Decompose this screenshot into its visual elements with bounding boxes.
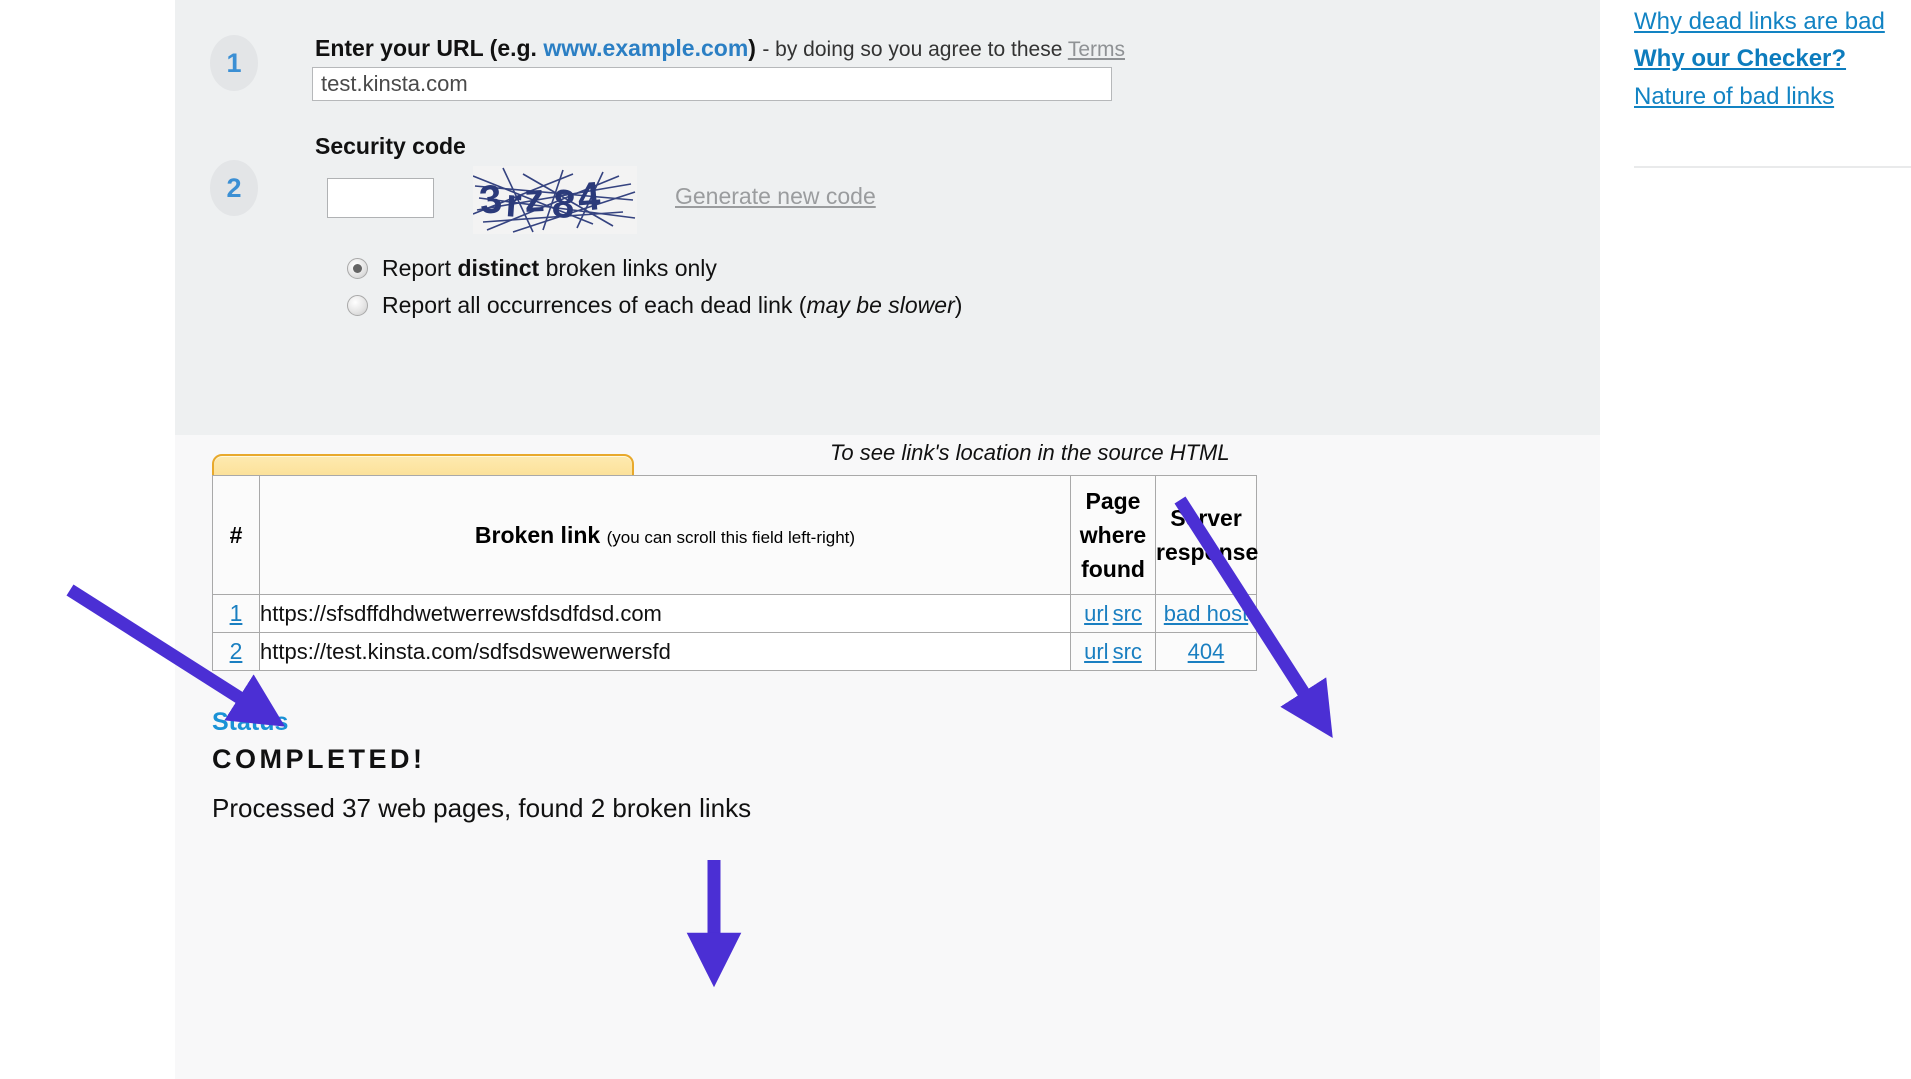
header-number: #	[212, 475, 260, 595]
url-label-close: )	[748, 35, 763, 61]
radio-distinct-label: Report distinct broken links only	[382, 255, 717, 282]
radio-report-all[interactable]: Report all occurrences of each dead link…	[347, 292, 962, 319]
security-code-label: Security code	[315, 133, 466, 160]
url-label-text: Enter your URL (e.g.	[315, 35, 544, 61]
header-page-where-found: Page where found	[1070, 475, 1156, 595]
row-number-link[interactable]: 2	[230, 638, 243, 664]
table-header-row: # Broken link (you can scroll this field…	[212, 475, 1258, 595]
checker-form-panel: 1 Enter your URL (e.g. www.example.com) …	[175, 0, 1600, 435]
row-page-links-cell: url src	[1070, 594, 1156, 633]
sidebar-divider	[1634, 166, 1911, 168]
generate-new-code-link[interactable]: Generate new code	[675, 183, 876, 210]
sidebar-link-nature-of-bad-links[interactable]: Nature of bad links	[1634, 83, 1834, 111]
row-response-cell: bad host	[1155, 594, 1257, 633]
row-response-link[interactable]: bad host	[1164, 601, 1248, 626]
header-server-response: Server response	[1155, 475, 1258, 595]
row-src-link[interactable]: src	[1113, 639, 1142, 664]
page-root: 1 Enter your URL (e.g. www.example.com) …	[0, 0, 1911, 1079]
security-code-label-text: Security code	[315, 133, 466, 159]
captcha-input[interactable]	[327, 178, 434, 218]
captcha-image: 3 r z 8 4	[473, 166, 637, 234]
table-row: 2 https://test.kinsta.com/sdfsdswewerwer…	[212, 632, 1257, 671]
step-2-number: 2	[226, 172, 242, 203]
row-response-link[interactable]: 404	[1188, 639, 1225, 664]
terms-prefix-text: - by doing so you agree to these	[762, 38, 1068, 61]
sidebar-link-why-dead-links-are-bad[interactable]: Why dead links are bad	[1634, 8, 1885, 36]
row-number-link[interactable]: 1	[230, 600, 243, 626]
row-url-link[interactable]: url	[1084, 639, 1108, 664]
broken-links-table: # Broken link (you can scroll this field…	[212, 475, 1258, 671]
radio-distinct-prefix: Report	[382, 255, 458, 281]
row-number-cell: 1	[212, 594, 260, 633]
sidebar-link-why-our-checker[interactable]: Why our Checker?	[1634, 45, 1846, 73]
right-sidebar: Why dead links are bad Why our Checker? …	[1634, 0, 1911, 1079]
radio-all-prefix: Report all occurrences of each dead link…	[382, 292, 807, 318]
radio-distinct-dot-icon[interactable]	[347, 258, 368, 279]
radio-all-label: Report all occurrences of each dead link…	[382, 292, 962, 319]
radio-all-dot-icon[interactable]	[347, 295, 368, 316]
radio-distinct-suffix: broken links only	[539, 255, 717, 281]
step-2-badge: 2	[210, 160, 258, 216]
status-detail: Processed 37 web pages, found 2 broken l…	[212, 793, 752, 823]
hint-line-1: To see link's location in the source HTM…	[830, 440, 1230, 465]
step-1-badge: 1	[210, 35, 258, 91]
header-broken-link-sub: (you can scroll this field left-right)	[606, 527, 856, 547]
radio-all-italic: may be slower	[806, 292, 955, 318]
radio-report-distinct[interactable]: Report distinct broken links only	[347, 255, 717, 282]
row-url-link[interactable]: url	[1084, 601, 1108, 626]
row-src-link[interactable]: src	[1113, 601, 1142, 626]
header-broken-link-text: Broken link	[474, 521, 601, 548]
radio-all-suffix: )	[954, 292, 963, 318]
main-content-column: 1 Enter your URL (e.g. www.example.com) …	[175, 0, 1600, 1079]
radio-distinct-bold: distinct	[457, 255, 540, 281]
row-response-cell: 404	[1155, 632, 1257, 671]
row-page-links-cell: url src	[1070, 632, 1156, 671]
row-url-cell[interactable]: https://sfsdffdhdwetwerrewsfdsdfdsd.com	[259, 594, 1071, 633]
example-domain-link[interactable]: www.example.com	[543, 35, 748, 61]
url-field-label: Enter your URL (e.g. www.example.com) - …	[315, 35, 1125, 62]
url-input[interactable]	[312, 67, 1112, 101]
status-value: COMPLETED!	[212, 744, 426, 774]
step-1-number: 1	[226, 47, 242, 78]
row-url-cell[interactable]: https://test.kinsta.com/sdfsdswewerwersf…	[259, 632, 1071, 671]
table-row: 1 https://sfsdffdhdwetwerrewsfdsdfdsd.co…	[212, 594, 1257, 633]
row-number-cell: 2	[212, 632, 260, 671]
status-heading: Status	[212, 708, 289, 736]
header-broken-link: Broken link (you can scroll this field l…	[259, 475, 1071, 595]
terms-link[interactable]: Terms	[1068, 38, 1125, 61]
results-panel: Find broken links now ! To see link's lo…	[175, 435, 1600, 1079]
